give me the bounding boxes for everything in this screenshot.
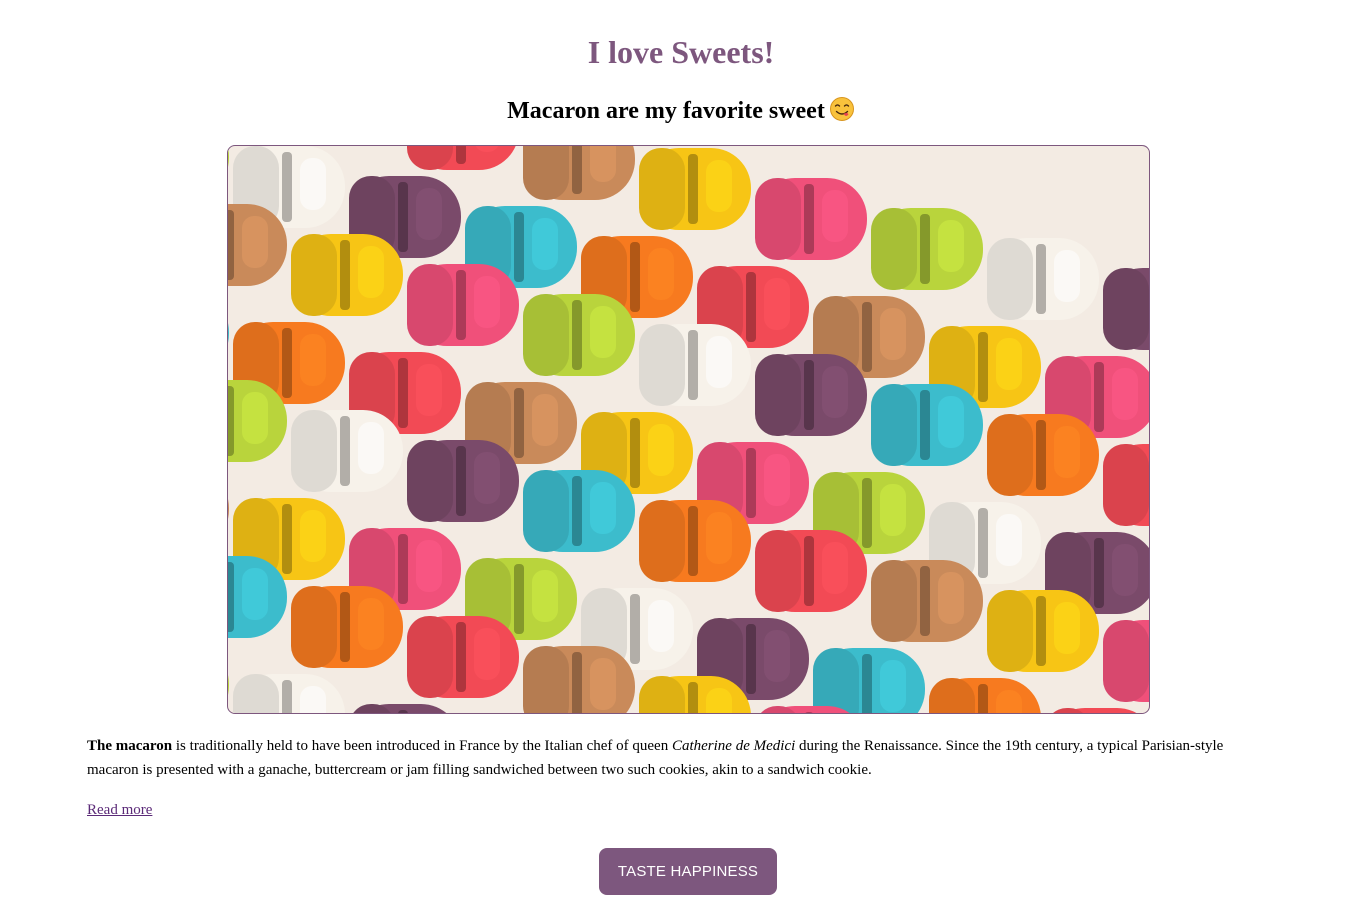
macaron <box>871 560 983 642</box>
macaron <box>228 675 229 695</box>
macaron <box>755 530 867 612</box>
macaron <box>523 294 635 376</box>
description-italic-name: Catherine de Medici <box>671 738 796 754</box>
macaron <box>929 678 1041 713</box>
macaron-description: The macaron is traditionally held to hav… <box>87 734 1277 782</box>
macaron <box>523 646 635 713</box>
macaron <box>755 178 867 260</box>
macaron <box>987 590 1099 672</box>
macaron <box>291 234 403 316</box>
macaron <box>228 147 229 167</box>
face-savoring-food-icon <box>829 97 854 121</box>
page: I love Sweets! Macaron are my favorite s… <box>0 0 1362 908</box>
macarons-photo <box>227 145 1150 714</box>
description-text-1: is traditionally held to have been intro… <box>172 738 672 754</box>
taste-happiness-button[interactable]: TASTE HAPPINESS <box>599 848 777 895</box>
macaron <box>407 440 519 522</box>
description-bold-lead: The macaron <box>87 738 173 754</box>
macaron <box>291 410 403 492</box>
macaron <box>407 616 519 698</box>
macaron <box>523 470 635 552</box>
macaron <box>987 238 1099 320</box>
macaron <box>1053 708 1137 713</box>
macaron <box>1103 268 1149 350</box>
macaron <box>1103 444 1149 526</box>
page-title: I love Sweets! <box>587 34 775 70</box>
macaron <box>639 500 751 582</box>
macaron <box>639 324 751 406</box>
read-more-link[interactable]: Read more <box>87 800 152 820</box>
macaron <box>523 146 635 200</box>
macarons-illustration <box>228 146 1149 713</box>
macaron <box>407 264 519 346</box>
macaron <box>291 586 403 668</box>
subtitle-text: Macaron are my favorite sweet <box>507 98 825 124</box>
macaron <box>228 499 229 519</box>
macaron <box>407 146 516 170</box>
macaron <box>813 648 925 713</box>
macaron <box>228 323 229 343</box>
macaron <box>353 704 447 713</box>
page-subtitle: Macaron are my favorite sweet <box>0 96 1362 126</box>
macaron <box>755 354 867 436</box>
macaron <box>871 208 983 290</box>
macaron <box>1103 620 1149 702</box>
macaron <box>987 414 1099 496</box>
macaron <box>639 148 751 230</box>
macaron <box>233 674 345 713</box>
macaron <box>871 384 983 466</box>
